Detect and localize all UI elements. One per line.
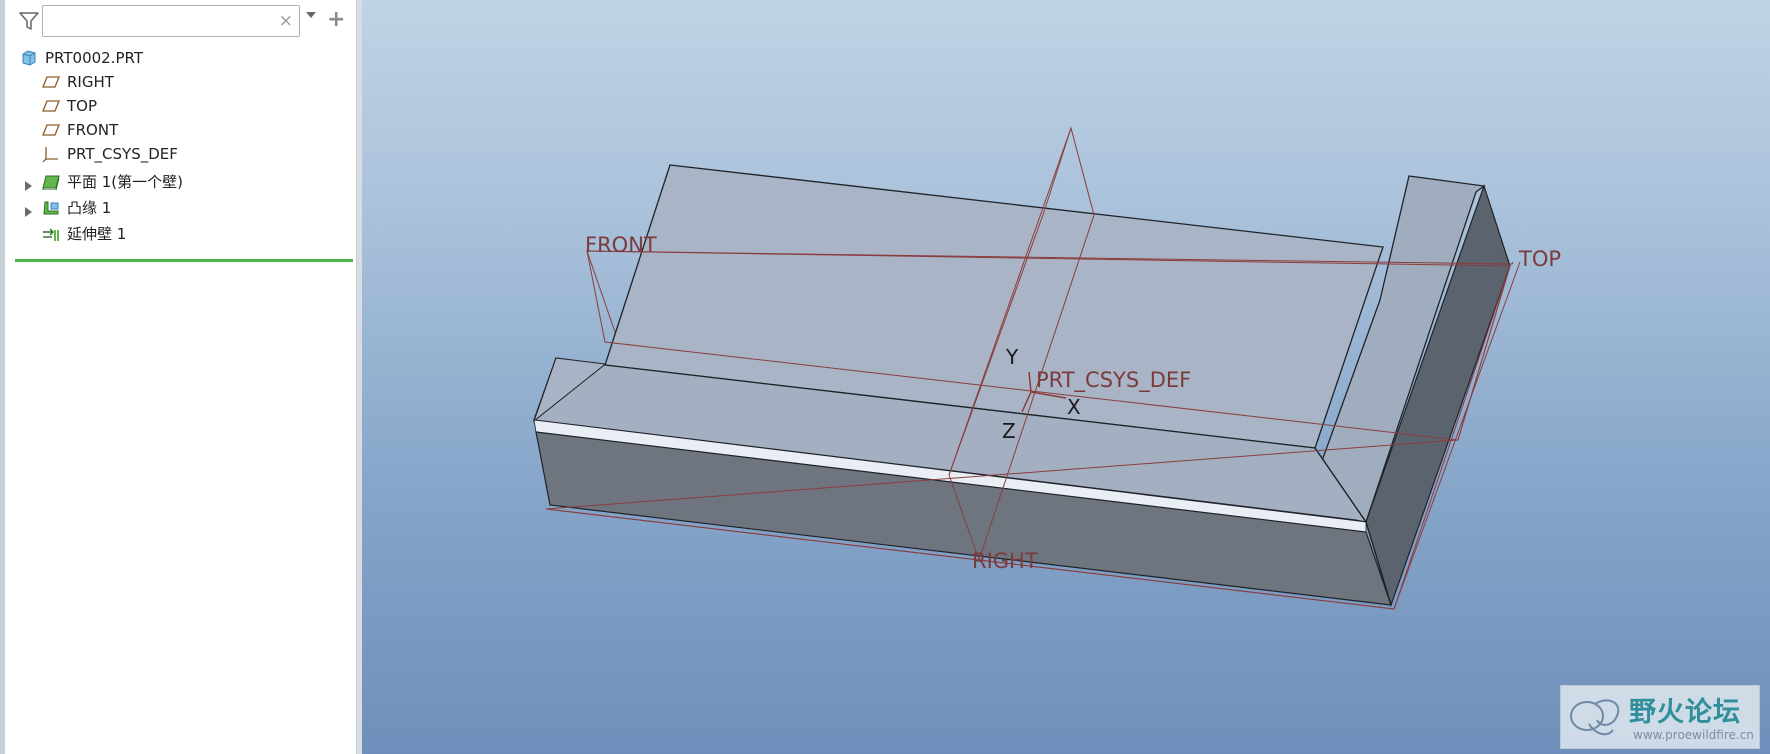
csys-label[interactable]: PRT_CSYS_DEF bbox=[1036, 368, 1191, 393]
top-datum-label[interactable]: TOP bbox=[1518, 247, 1561, 271]
extend-wall-icon bbox=[43, 228, 59, 241]
dropdown-icon[interactable] bbox=[306, 12, 316, 18]
search-field[interactable]: × bbox=[42, 5, 300, 37]
right-datum-label[interactable]: RIGHT bbox=[972, 549, 1038, 573]
model-tree-panel: × + PRT0002.PRT RIGHT TOP FRONT PRT_CSYS… bbox=[0, 0, 360, 754]
forum-watermark: 野火论坛 www.proewildfire.cn bbox=[1560, 685, 1760, 749]
tree-item-label: 凸缘 1 bbox=[67, 199, 112, 217]
tree-item-label: FRONT bbox=[67, 121, 119, 139]
clear-search-icon[interactable]: × bbox=[279, 11, 293, 31]
x-axis-label: X bbox=[1067, 395, 1081, 419]
watermark-title: 野火论坛 bbox=[1629, 697, 1741, 728]
coordinate-system-icon bbox=[42, 147, 58, 162]
filter-icon[interactable] bbox=[18, 10, 40, 32]
part-icon bbox=[22, 50, 36, 66]
expand-arrow-icon[interactable] bbox=[25, 181, 32, 191]
tree-item-label: RIGHT bbox=[67, 73, 114, 91]
graphics-viewport[interactable]: FRONT TOP RIGHT PRT_CSYS_DEF Y X Z bbox=[362, 0, 1770, 754]
datum-plane-icon bbox=[42, 76, 60, 88]
watermark-url: www.proewildfire.cn bbox=[1633, 728, 1754, 742]
y-axis-label: Y bbox=[1005, 345, 1019, 369]
expand-arrow-icon[interactable] bbox=[25, 207, 32, 217]
planar-wall-icon bbox=[42, 175, 60, 190]
tree-item-label: 平面 1(第一个壁) bbox=[67, 173, 184, 191]
panel-edge bbox=[0, 0, 5, 754]
tree-item-label: TOP bbox=[67, 97, 98, 115]
model-scene[interactable]: FRONT TOP RIGHT PRT_CSYS_DEF Y X Z bbox=[362, 0, 1770, 754]
search-input[interactable] bbox=[47, 10, 277, 34]
z-axis-label: Z bbox=[1002, 419, 1016, 443]
tree-item-label: PRT_CSYS_DEF bbox=[67, 145, 178, 163]
front-datum-label[interactable]: FRONT bbox=[585, 233, 657, 257]
add-icon[interactable]: + bbox=[327, 5, 345, 35]
insert-here-marker[interactable] bbox=[15, 259, 353, 262]
tree-item-label: PRT0002.PRT bbox=[45, 49, 144, 67]
flange-wall-icon bbox=[43, 201, 59, 215]
datum-plane-icon bbox=[42, 124, 60, 136]
tree-item-label: 延伸壁 1 bbox=[67, 225, 127, 243]
datum-plane-icon bbox=[42, 100, 60, 112]
butterfly-logo-icon bbox=[1570, 699, 1620, 736]
